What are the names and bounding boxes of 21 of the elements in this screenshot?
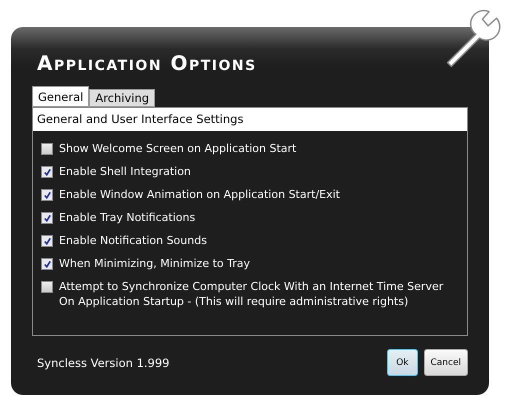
checkbox-label: Enable Tray Notifications (59, 210, 196, 225)
checkbox-label: Enable Notification Sounds (59, 233, 207, 248)
tab[interactable]: General (32, 86, 90, 107)
version-text: Syncless Version 1.999 (37, 356, 170, 370)
checkbox-label: Enable Window Animation on Application Start/Exit (59, 187, 340, 202)
checkbox[interactable] (41, 166, 53, 178)
checkbox-label: Enable Shell Integration (59, 164, 191, 179)
checkbox[interactable] (41, 235, 53, 247)
checkbox[interactable] (41, 258, 53, 270)
checkbox[interactable] (41, 281, 53, 293)
checkbox[interactable] (41, 212, 53, 224)
checkbox-label: Show Welcome Screen on Application Start (59, 141, 296, 156)
checkbox[interactable] (41, 143, 53, 155)
checkbox[interactable] (41, 189, 53, 201)
checkbox-label: When Minimizing, Minimize to Tray (59, 256, 250, 271)
dialog-button[interactable]: Ok (387, 349, 418, 376)
tab[interactable]: Archiving (89, 89, 156, 107)
dialog-button[interactable]: Cancel (424, 349, 468, 376)
checkbox-label: Attempt to Synchronize Computer Clock With an Internet Time Server On Application Startup - (This will require administrative rights) (59, 279, 444, 309)
section-header: General and User Interface Settings (33, 108, 467, 131)
window-title: Application Options (37, 51, 258, 77)
